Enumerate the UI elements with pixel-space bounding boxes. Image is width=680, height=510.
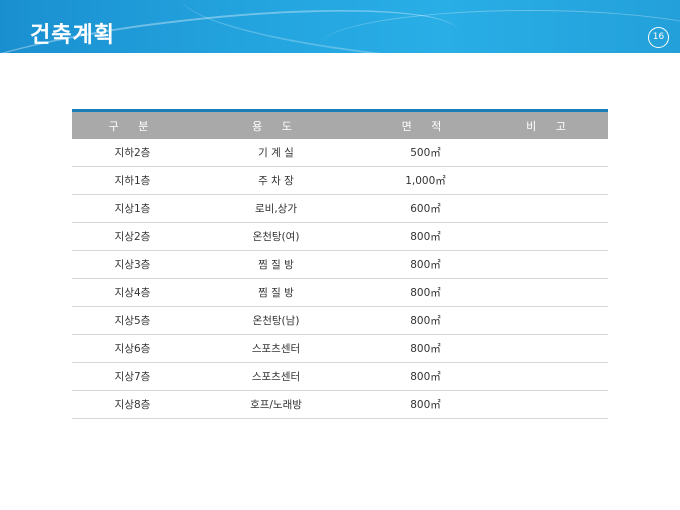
remarks-cell	[492, 334, 608, 363]
header-division: 구 분	[72, 112, 193, 139]
remarks-cell	[492, 250, 608, 279]
floor-plan-table-container: 구 분 용 도 면 적 비 고 지하2층 기 계 실 500㎡ 지하1층 주 차 장 1,…	[72, 109, 608, 419]
table-row: 지상1층 로비,상가 600㎡	[72, 194, 608, 223]
table-row: 지상6층 스포츠센터 800㎡	[72, 334, 608, 363]
floor-cell: 지상3층	[72, 250, 193, 279]
floor-cell: 지상2층	[72, 222, 193, 251]
header-area: 면 적	[359, 112, 492, 139]
area-cell: 800㎡	[359, 222, 492, 251]
floor-cell: 지하1층	[72, 166, 193, 195]
remarks-cell	[492, 139, 608, 167]
remarks-cell	[492, 306, 608, 335]
floor-cell: 지상1층	[72, 194, 193, 223]
area-cell: 800㎡	[359, 306, 492, 335]
table-row: 지상8층 호프/노래방 800㎡	[72, 390, 608, 419]
floor-cell: 지상7층	[72, 362, 193, 391]
table-row: 지하1층 주 차 장 1,000㎡	[72, 166, 608, 195]
floor-cell: 지상5층	[72, 306, 193, 335]
area-cell: 600㎡	[359, 194, 492, 223]
usage-cell: 찜 질 방	[193, 278, 359, 307]
area-cell: 800㎡	[359, 334, 492, 363]
header-remarks: 비 고	[492, 112, 608, 139]
table-row: 지상3층 찜 질 방 800㎡	[72, 250, 608, 279]
area-cell: 800㎡	[359, 278, 492, 307]
remarks-cell	[492, 166, 608, 195]
table-row: 지상4층 찜 질 방 800㎡	[72, 278, 608, 307]
usage-cell: 찜 질 방	[193, 250, 359, 279]
remarks-cell	[492, 362, 608, 391]
floor-cell: 지상8층	[72, 390, 193, 419]
usage-cell: 기 계 실	[193, 139, 359, 167]
area-cell: 800㎡	[359, 390, 492, 419]
floor-cell: 지상6층	[72, 334, 193, 363]
area-cell: 1,000㎡	[359, 166, 492, 195]
remarks-cell	[492, 278, 608, 307]
usage-cell: 주 차 장	[193, 166, 359, 195]
usage-cell: 스포츠센터	[193, 334, 359, 363]
table-row: 지상7층 스포츠센터 800㎡	[72, 362, 608, 391]
remarks-cell	[492, 222, 608, 251]
area-cell: 500㎡	[359, 139, 492, 167]
remarks-cell	[492, 194, 608, 223]
floor-cell: 지상4층	[72, 278, 193, 307]
area-cell: 800㎡	[359, 250, 492, 279]
usage-cell: 호프/노래방	[193, 390, 359, 419]
usage-cell: 스포츠센터	[193, 362, 359, 391]
floor-cell: 지하2층	[72, 139, 193, 167]
usage-cell: 온천탕(남)	[193, 306, 359, 335]
page-number-badge: 16	[648, 27, 669, 48]
usage-cell: 온천탕(여)	[193, 222, 359, 251]
usage-cell: 로비,상가	[193, 194, 359, 223]
table-header-row: 구 분 용 도 면 적 비 고	[72, 112, 608, 139]
table-body: 지하2층 기 계 실 500㎡ 지하1층 주 차 장 1,000㎡ 지상1층 로비,상가 600…	[72, 139, 608, 419]
table-row: 지상2층 온천탕(여) 800㎡	[72, 222, 608, 251]
header-banner: 건축계획 16	[0, 0, 680, 53]
table-row: 지상5층 온천탕(남) 800㎡	[72, 306, 608, 335]
area-cell: 800㎡	[359, 362, 492, 391]
floor-plan-table: 구 분 용 도 면 적 비 고 지하2층 기 계 실 500㎡ 지하1층 주 차 장 1,…	[72, 112, 608, 419]
remarks-cell	[492, 390, 608, 419]
page-title: 건축계획	[30, 23, 115, 48]
header-usage: 용 도	[193, 112, 359, 139]
table-row: 지하2층 기 계 실 500㎡	[72, 139, 608, 167]
